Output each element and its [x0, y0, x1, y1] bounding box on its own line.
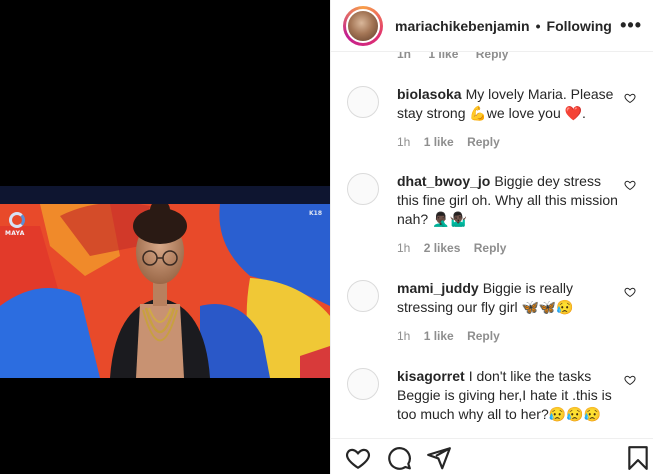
commenter-avatar[interactable] [347, 173, 379, 205]
commenter-avatar[interactable] [347, 86, 379, 118]
comment-bubble-icon[interactable] [386, 445, 412, 471]
comment-meta: 1h 1 like Reply [397, 329, 510, 343]
comment-reply-button[interactable]: Reply [474, 241, 507, 255]
previous-comment-time: 1h [397, 52, 412, 61]
commenter-avatar[interactable] [347, 280, 379, 312]
comment-like-icon[interactable] [624, 179, 636, 191]
commenter-username[interactable]: kisagorret [397, 368, 465, 384]
comment-meta: 1h 2 likes Reply [397, 241, 516, 255]
show-logo-ring [9, 212, 25, 228]
comment-time: 1h [397, 241, 411, 255]
show-logo-text: MAYA [5, 230, 25, 237]
comment-likes[interactable]: 1 like [424, 329, 454, 343]
previous-comment-reply[interactable]: Reply [476, 52, 509, 61]
comment-like-icon[interactable] [624, 286, 636, 298]
comment-body: biolasoka My lovely Maria. Please stay st… [397, 85, 621, 123]
video-corner-tag: K18 [309, 210, 322, 217]
comment-like-icon[interactable] [624, 374, 636, 386]
previous-comment-meta: 1h 1 like Reply [397, 52, 522, 61]
post-side-panel: mariachikebenjamin • Following ••• 1h 1 … [330, 0, 653, 474]
commenter-username[interactable]: mami_juddy [397, 280, 479, 296]
bookmark-icon[interactable] [625, 445, 651, 471]
comment-body: dhat_bwoy_jo Biggie dey stress this fine … [397, 172, 621, 229]
comment-time: 1h [397, 329, 411, 343]
video-frame: MAYA K18 [0, 186, 330, 378]
video-scene [0, 186, 330, 378]
following-button[interactable]: Following [547, 18, 612, 34]
author-avatar-image [346, 8, 380, 43]
commenter-username[interactable]: biolasoka [397, 86, 462, 102]
previous-comment-likes[interactable]: 1 like [428, 52, 458, 61]
author-avatar[interactable] [343, 5, 383, 46]
post-media[interactable]: MAYA K18 [0, 0, 330, 474]
commenter-username[interactable]: dhat_bwoy_jo [397, 173, 490, 189]
commenter-avatar[interactable] [347, 368, 379, 400]
comment-body: mami_juddy Biggie is really stressing our… [397, 279, 621, 317]
author-username[interactable]: mariachikebenjamin [395, 18, 530, 34]
comment-time: 1h [397, 135, 411, 149]
comment-reply-button[interactable]: Reply [467, 135, 500, 149]
show-logo: MAYA [5, 212, 31, 240]
comment-likes[interactable]: 1 like [424, 135, 454, 149]
heart-icon[interactable] [345, 445, 371, 471]
comment-reply-button[interactable]: Reply [467, 329, 500, 343]
header-separator: • [535, 17, 541, 34]
comments-list[interactable]: 1h 1 like Reply biolasoka My lovely Maria… [331, 52, 653, 438]
comment-likes[interactable]: 2 likes [424, 241, 461, 255]
post-header: mariachikebenjamin • Following ••• [331, 0, 653, 52]
paper-plane-icon[interactable] [426, 445, 452, 471]
more-options-icon[interactable]: ••• [620, 15, 642, 36]
comment-like-icon[interactable] [624, 92, 636, 104]
post-actions-bar [331, 438, 653, 474]
comment-body: kisagorret I don't like the tasks Beggie … [397, 367, 621, 424]
comment-meta: 1h 1 like Reply [397, 135, 510, 149]
